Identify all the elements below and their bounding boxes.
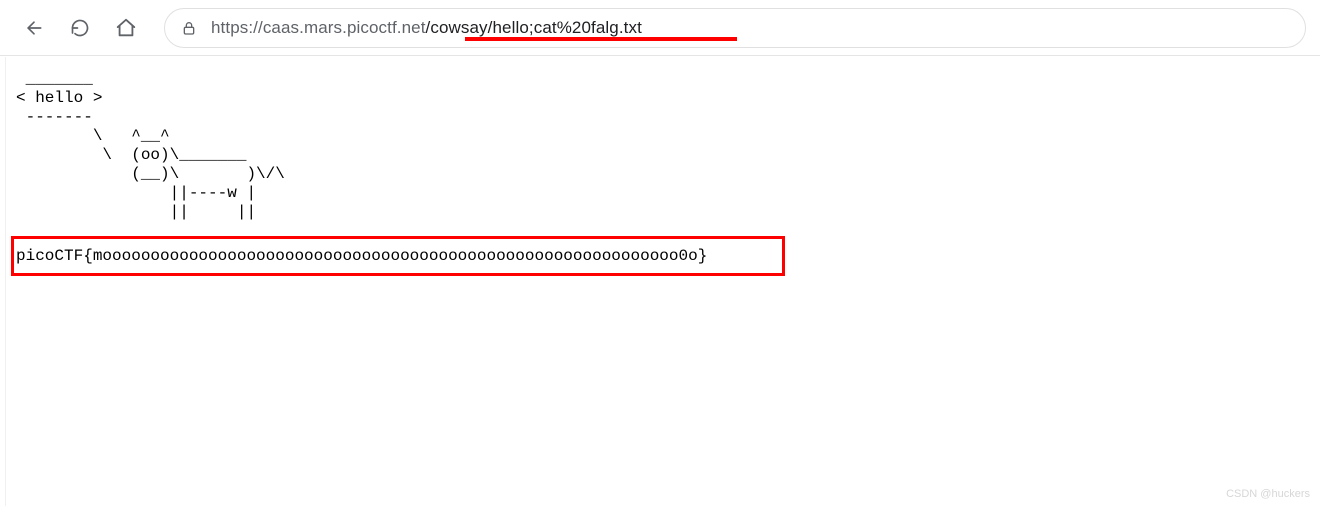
arrow-left-icon <box>24 18 44 38</box>
url-highlight <box>465 37 737 41</box>
watermark: CSDN @huckers <box>1226 488 1310 500</box>
url-text: https://caas.mars.picoctf.net/cowsay/hel… <box>211 18 642 38</box>
lock-icon <box>181 19 197 37</box>
back-button[interactable] <box>14 8 54 48</box>
url-path: /cowsay/hello;cat%20falg.txt <box>426 18 642 37</box>
flag-highlight-box: picoCTF{mooooooooooooooooooooooooooooooo… <box>11 236 785 276</box>
reload-icon <box>70 18 90 38</box>
url-domain: https://caas.mars.picoctf.net <box>211 18 426 37</box>
flag-text: picoCTF{mooooooooooooooooooooooooooooooo… <box>16 247 707 265</box>
address-bar[interactable]: https://caas.mars.picoctf.net/cowsay/hel… <box>164 8 1306 48</box>
home-icon <box>115 17 137 39</box>
browser-toolbar: https://caas.mars.picoctf.net/cowsay/hel… <box>0 0 1320 56</box>
page-content: _______ < hello > ------- \ ^__^ \ (oo)\… <box>0 56 1320 222</box>
reload-button[interactable] <box>60 8 100 48</box>
home-button[interactable] <box>106 8 146 48</box>
cowsay-output: _______ < hello > ------- \ ^__^ \ (oo)\… <box>16 70 1316 222</box>
